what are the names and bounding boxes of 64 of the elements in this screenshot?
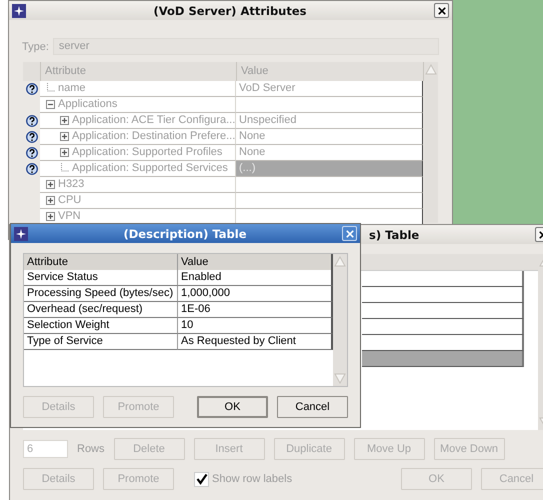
table-cell: Service Status bbox=[24, 270, 178, 286]
help-icon[interactable] bbox=[26, 115, 38, 127]
expand-icon[interactable] bbox=[46, 212, 55, 221]
help-icon[interactable] bbox=[26, 163, 38, 175]
attribute-name: Applications bbox=[58, 97, 118, 112]
table-row[interactable] bbox=[362, 351, 524, 367]
table-row[interactable] bbox=[362, 335, 524, 351]
help-icon[interactable] bbox=[26, 131, 38, 143]
app-icon bbox=[14, 226, 28, 240]
table-row[interactable] bbox=[362, 271, 524, 287]
table-cell: Selection Weight bbox=[24, 318, 178, 334]
value-cell[interactable]: Unspecified bbox=[236, 113, 423, 129]
column-header: Value bbox=[178, 254, 333, 270]
attribute-name: Application: ACE Tier Configura... bbox=[72, 113, 235, 128]
column-header: Value bbox=[237, 62, 424, 81]
table-row[interactable] bbox=[362, 303, 524, 319]
value-cell[interactable]: None bbox=[236, 145, 423, 161]
help-icon[interactable] bbox=[26, 83, 38, 95]
attribute-name: Application: Destination Prefere... bbox=[72, 129, 235, 144]
row-count-field[interactable]: 6 bbox=[23, 440, 68, 458]
value-cell[interactable] bbox=[236, 209, 423, 225]
app-icon bbox=[12, 4, 26, 18]
value-cell[interactable]: (...) bbox=[236, 161, 423, 177]
attribute-name: CPU bbox=[58, 193, 82, 208]
table-cell: Processing Speed (bytes/sec) bbox=[24, 286, 178, 302]
table-row[interactable] bbox=[362, 287, 524, 303]
attribute-name: name bbox=[58, 81, 86, 96]
collapse-icon[interactable] bbox=[46, 100, 55, 109]
window-title: (Description) Table bbox=[122, 226, 248, 240]
table-row[interactable] bbox=[362, 319, 524, 335]
expand-icon[interactable] bbox=[60, 148, 69, 157]
expand-icon[interactable] bbox=[60, 116, 69, 125]
checkbox-label: Show row labels bbox=[212, 473, 292, 485]
attribute-name: H323 bbox=[58, 177, 84, 192]
window-title: s) Table bbox=[369, 228, 420, 242]
tree-connector-icon bbox=[46, 82, 55, 94]
close-icon bbox=[346, 230, 354, 238]
help-icon[interactable] bbox=[26, 147, 38, 159]
table-cell: Overhead (sec/request) bbox=[24, 302, 178, 318]
window-title: (VoD Server) Attributes bbox=[152, 4, 308, 18]
expand-icon[interactable] bbox=[46, 196, 55, 205]
rows-label: Rows bbox=[77, 443, 105, 455]
attribute-name: VPN bbox=[58, 209, 81, 224]
dialog-button[interactable]: OK bbox=[197, 396, 268, 418]
column-header: Attribute bbox=[24, 254, 178, 270]
value-cell[interactable] bbox=[236, 193, 423, 209]
close-button[interactable] bbox=[434, 3, 449, 18]
dialog-button[interactable]: Cancel bbox=[277, 396, 348, 418]
table-cell: Type of Service bbox=[24, 334, 178, 350]
column-header: Attribute bbox=[41, 62, 237, 81]
type-label: Type: bbox=[22, 40, 49, 52]
scrollbar[interactable] bbox=[424, 62, 438, 223]
checkbox[interactable] bbox=[194, 472, 209, 486]
attribute-name: Application: Supported Services bbox=[72, 161, 228, 176]
value-cell[interactable]: VoD Server bbox=[236, 81, 423, 97]
close-icon bbox=[438, 6, 446, 14]
type-field: server bbox=[52, 38, 439, 55]
attribute-name: Application: Supported Profiles bbox=[72, 145, 222, 160]
value-cell[interactable]: None bbox=[236, 129, 423, 145]
value-cell[interactable] bbox=[236, 97, 423, 113]
expand-icon[interactable] bbox=[46, 180, 55, 189]
tree-connector-icon bbox=[60, 162, 69, 174]
value-cell[interactable] bbox=[236, 177, 423, 193]
expand-icon[interactable] bbox=[60, 132, 69, 141]
